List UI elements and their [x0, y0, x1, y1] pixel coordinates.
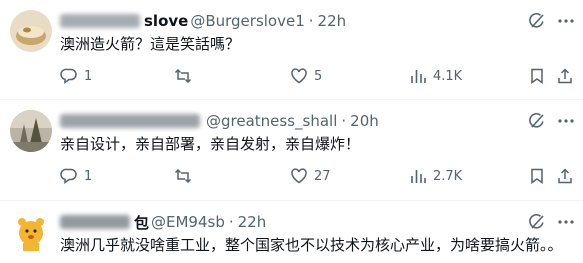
redacted-name: [60, 215, 130, 229]
more-options-icon[interactable]: [557, 12, 575, 30]
reply-icon: [60, 168, 77, 184]
tweet-header: 包 @EM94sb · 22h: [60, 212, 266, 232]
view-count: 4.1K: [433, 68, 463, 84]
separator-dot: ·: [308, 12, 314, 30]
retweet-button[interactable]: [174, 166, 198, 186]
heart-icon: [291, 168, 307, 184]
reply-count: 1: [84, 168, 93, 184]
like-button[interactable]: 5: [290, 66, 322, 86]
display-name[interactable]: 包: [134, 212, 149, 233]
redacted-name: [60, 114, 200, 128]
like-count: 5: [314, 68, 323, 84]
separator-dot: ·: [228, 213, 234, 231]
analytics-icon: [411, 170, 426, 183]
grok-icon[interactable]: [528, 12, 546, 30]
grok-icon[interactable]: [528, 112, 546, 130]
view-count: 2.7K: [433, 168, 463, 184]
tweet-actions: 1 5 4.1K: [56, 66, 576, 86]
analytics-icon: [411, 70, 426, 83]
timestamp[interactable]: 22h: [318, 12, 347, 30]
reply-button[interactable]: 1: [60, 66, 92, 86]
redacted-name: [60, 14, 140, 28]
retweet-button[interactable]: [174, 66, 198, 86]
tweet-header: slove @Burgerslove1 · 22h: [60, 11, 346, 31]
tweet-text: 澳洲造火箭？這是笑話嗎？: [60, 35, 241, 53]
reply-button[interactable]: 1: [60, 166, 92, 186]
views-button[interactable]: 4.1K: [409, 66, 462, 86]
heart-icon: [291, 68, 307, 84]
tweet-text: 澳洲几乎就没啥重工业，整个国家也不以技术为核心产业，为啥要搞火箭。。: [60, 236, 563, 254]
retweet-icon: [174, 68, 192, 84]
timestamp[interactable]: 22h: [238, 213, 267, 231]
bookmark-button[interactable]: [528, 66, 546, 86]
display-name[interactable]: slove: [144, 12, 188, 30]
tweet-actions: 1 27 2.7K: [56, 166, 576, 186]
tweet-3[interactable]: 包 @EM94sb · 22h 澳洲几乎就没啥重工业，整个国家也不以技术为核心产…: [0, 201, 583, 263]
share-icon: [558, 68, 572, 84]
tweet-header: @greatness_shall · 20h: [60, 111, 379, 131]
more-options-icon[interactable]: [557, 213, 575, 231]
reply-icon: [60, 68, 77, 84]
views-button[interactable]: 2.7K: [409, 166, 462, 186]
user-handle[interactable]: @greatness_shall: [206, 112, 337, 130]
separator-dot: ·: [341, 112, 347, 130]
avatar[interactable]: [10, 10, 52, 52]
retweet-icon: [174, 168, 192, 184]
bookmark-icon: [531, 68, 543, 84]
avatar[interactable]: [10, 110, 52, 152]
like-count: 27: [314, 168, 331, 184]
share-button[interactable]: [556, 66, 574, 86]
more-options-icon[interactable]: [557, 112, 575, 130]
reply-count: 1: [84, 68, 93, 84]
bookmark-button[interactable]: [528, 166, 546, 186]
avatar[interactable]: [10, 211, 52, 253]
grok-icon[interactable]: [528, 213, 546, 231]
tweet-text: 亲自设计，亲自部署，亲自发射，亲自爆炸！: [60, 135, 361, 153]
timestamp[interactable]: 20h: [350, 112, 379, 130]
share-button[interactable]: [556, 166, 574, 186]
user-handle[interactable]: @Burgerslove1: [190, 12, 304, 30]
tweet-1[interactable]: slove @Burgerslove1 · 22h 澳洲造火箭？這是笑話嗎？ 1…: [0, 0, 583, 99]
user-handle[interactable]: @EM94sb: [151, 213, 225, 231]
share-icon: [558, 168, 572, 184]
tweet-2[interactable]: @greatness_shall · 20h 亲自设计，亲自部署，亲自发射，亲自…: [0, 100, 583, 200]
like-button[interactable]: 27: [290, 166, 331, 186]
bookmark-icon: [531, 168, 543, 184]
